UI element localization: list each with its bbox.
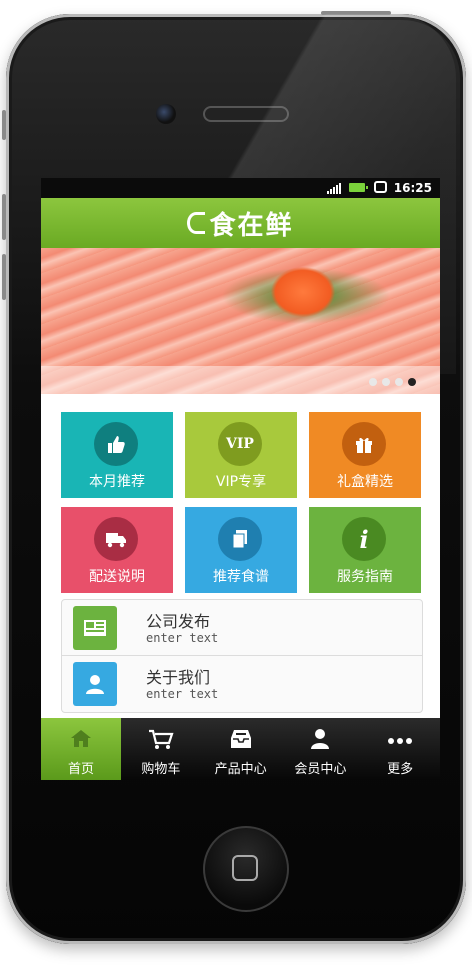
carousel-dot[interactable] xyxy=(395,378,403,386)
tile-label: VIP专享 xyxy=(215,474,267,490)
battery-charging-icon xyxy=(349,183,368,192)
earpiece-speaker xyxy=(203,106,289,122)
signal-icon xyxy=(327,183,341,194)
thumbs-up-icon xyxy=(94,422,138,466)
tile-label: 推荐食谱 xyxy=(213,569,269,585)
power-button xyxy=(321,11,391,15)
carousel-dot-active[interactable] xyxy=(408,378,416,386)
tile-gift-box[interactable]: 礼盒精选 xyxy=(309,412,421,498)
home-button[interactable] xyxy=(203,826,289,912)
list-item-title: 关于我们 xyxy=(146,668,211,687)
tile-recommended-recipes[interactable]: 推荐食谱 xyxy=(185,507,297,593)
info-list: 公司发布 enter text 关于我们 enter text xyxy=(61,599,423,713)
info-icon: i xyxy=(342,517,386,561)
tab-label: 首页 xyxy=(67,762,94,777)
tab-home[interactable]: 首页 xyxy=(41,718,121,780)
tab-products[interactable]: 产品中心 xyxy=(201,718,281,780)
app-header: 食在鲜 xyxy=(41,198,440,248)
tab-more[interactable]: 更多 xyxy=(360,718,440,780)
logo-swirl-icon xyxy=(187,212,206,234)
more-dots-icon xyxy=(387,734,413,749)
tab-label: 购物车 xyxy=(141,762,181,777)
tile-service-guide[interactable]: i 服务指南 xyxy=(309,507,421,593)
tile-label: 礼盒精选 xyxy=(337,474,393,490)
logo-text: 食在鲜 xyxy=(209,210,294,241)
home-icon xyxy=(69,728,93,752)
status-bar: 16:25 xyxy=(41,178,440,198)
list-item-title: 公司发布 xyxy=(146,612,211,631)
tile-label: 本月推荐 xyxy=(89,474,145,490)
mute-switch xyxy=(2,110,6,140)
tab-cart[interactable]: 购物车 xyxy=(121,718,201,780)
status-time: 16:25 xyxy=(393,181,432,195)
tile-vip-exclusive[interactable]: VIP VIP专享 xyxy=(185,412,297,498)
person-icon xyxy=(73,662,117,706)
tab-label: 更多 xyxy=(387,762,414,777)
list-item-company-news[interactable]: 公司发布 enter text xyxy=(62,600,422,655)
carousel-dot[interactable] xyxy=(382,378,390,386)
banner-carousel[interactable] xyxy=(41,248,440,394)
cart-icon xyxy=(148,728,174,754)
tab-label: 产品中心 xyxy=(214,762,267,777)
app-screen: 16:25 食在鲜 本月推荐 VIP VIP专享 礼盒精选 配送说明 推荐食谱 … xyxy=(41,178,440,780)
alarm-clock-icon xyxy=(374,181,387,193)
recipe-document-icon xyxy=(218,517,262,561)
tile-delivery-info[interactable]: 配送说明 xyxy=(61,507,173,593)
vip-icon: VIP xyxy=(218,422,262,466)
tile-label: 服务指南 xyxy=(337,569,393,585)
tile-monthly-recommend[interactable]: 本月推荐 xyxy=(61,412,173,498)
carousel-dot[interactable] xyxy=(369,378,377,386)
user-icon xyxy=(309,728,331,754)
volume-down-button xyxy=(2,254,6,300)
newspaper-icon xyxy=(73,606,117,650)
front-camera xyxy=(156,104,176,124)
tab-label: 会员中心 xyxy=(294,762,347,777)
carousel-indicator[interactable] xyxy=(369,378,416,386)
inbox-tray-icon xyxy=(228,728,254,754)
list-item-about-us[interactable]: 关于我们 enter text xyxy=(62,655,422,711)
list-item-subtitle: enter text xyxy=(146,631,219,645)
bottom-tab-bar: 首页 购物车 产品中心 会员中心 更多 xyxy=(41,718,440,780)
delivery-truck-icon xyxy=(94,517,138,561)
tile-label: 配送说明 xyxy=(89,569,145,585)
gift-icon xyxy=(342,422,386,466)
tab-member-center[interactable]: 会员中心 xyxy=(281,718,361,780)
list-item-subtitle: enter text xyxy=(146,687,219,701)
app-logo: 食在鲜 xyxy=(187,205,293,242)
volume-up-button xyxy=(2,194,6,240)
